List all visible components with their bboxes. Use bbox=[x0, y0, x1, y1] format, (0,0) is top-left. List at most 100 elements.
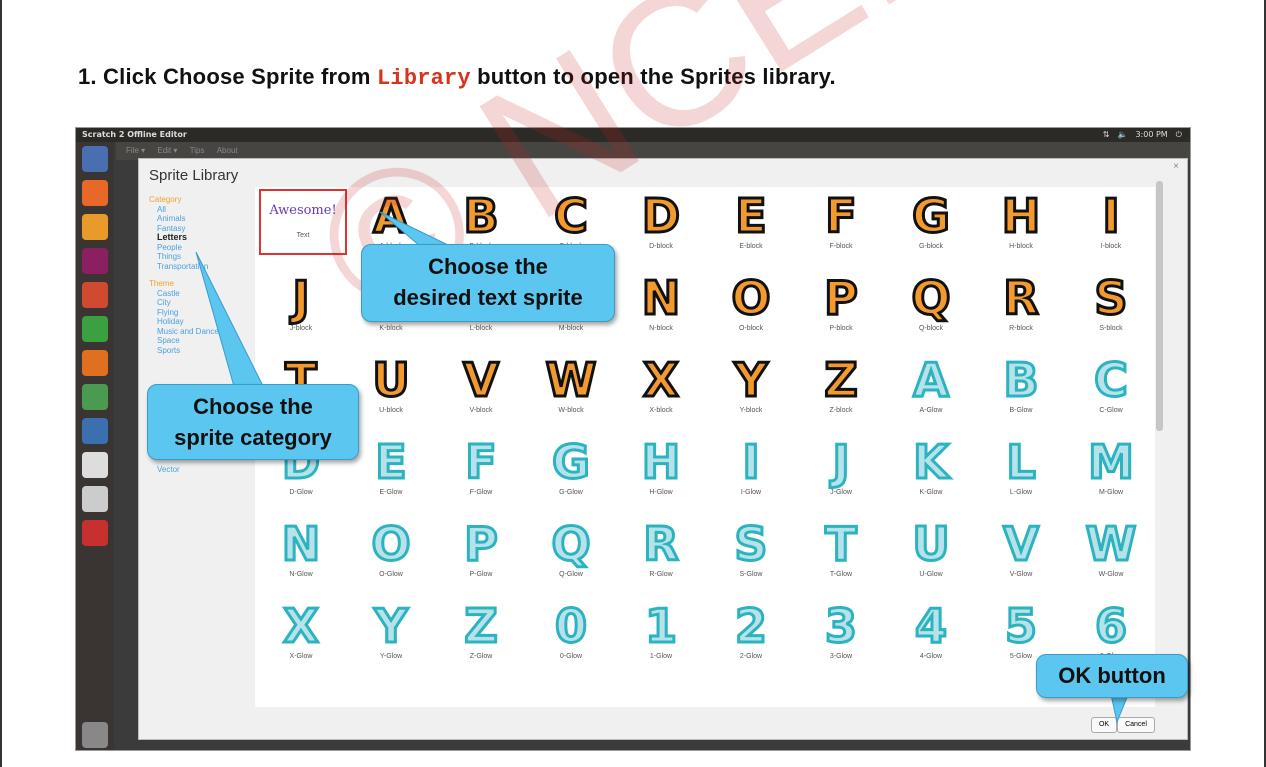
theme-castle[interactable]: Castle bbox=[149, 289, 249, 299]
sprite-p-block[interactable]: P P-block bbox=[799, 270, 883, 341]
sprite-y-glow[interactable]: Y Y-Glow bbox=[349, 598, 433, 669]
document-icon[interactable] bbox=[82, 418, 108, 444]
sprite-s-glow[interactable]: S S-Glow bbox=[709, 516, 793, 587]
sprite-g-block[interactable]: G G-block bbox=[889, 188, 973, 259]
text-editor-icon[interactable] bbox=[82, 486, 108, 512]
sprite-w-glow[interactable]: W W-Glow bbox=[1069, 516, 1153, 587]
files-icon[interactable] bbox=[82, 282, 108, 308]
sprite-h-glow[interactable]: H H-Glow bbox=[619, 434, 703, 505]
sprite-v-glow[interactable]: V V-Glow bbox=[979, 516, 1063, 587]
sprite-z-glow[interactable]: Z Z-Glow bbox=[439, 598, 523, 669]
app-icon[interactable] bbox=[82, 248, 108, 274]
sprite-3-glow[interactable]: 3 3-Glow bbox=[799, 598, 883, 669]
sprite-q-block[interactable]: Q Q-block bbox=[889, 270, 973, 341]
category-transportation[interactable]: Transportation bbox=[149, 262, 249, 272]
sprite-name: H-block bbox=[1009, 243, 1033, 250]
sprite-w-block[interactable]: W W-block bbox=[529, 352, 613, 423]
sprite-c-glow[interactable]: C C-Glow bbox=[1069, 352, 1153, 423]
sprite-n-glow[interactable]: N N-Glow bbox=[259, 516, 343, 587]
sprite-q-glow[interactable]: Q Q-Glow bbox=[529, 516, 613, 587]
sprite-h-block[interactable]: H H-block bbox=[979, 188, 1063, 259]
menu-file[interactable]: File ▾ bbox=[126, 146, 145, 155]
sprite-glyph: T bbox=[824, 516, 858, 573]
sprite-e-glow[interactable]: E E-Glow bbox=[349, 434, 433, 505]
type-vector[interactable]: Vector bbox=[149, 465, 249, 475]
callout-text-sprite: Choose the desired text sprite bbox=[361, 244, 615, 322]
chrome-icon[interactable] bbox=[82, 316, 108, 342]
sprite-e-block[interactable]: E E-block bbox=[709, 188, 793, 259]
sprite-i-glow[interactable]: I I-Glow bbox=[709, 434, 793, 505]
dash-icon[interactable] bbox=[82, 146, 108, 172]
ubuntu-launcher bbox=[76, 142, 114, 750]
category-things[interactable]: Things bbox=[149, 252, 249, 262]
cancel-button[interactable]: Cancel bbox=[1117, 717, 1155, 733]
sprite-0-glow[interactable]: 0 0-Glow bbox=[529, 598, 613, 669]
menu-tips[interactable]: Tips bbox=[190, 146, 205, 155]
category-people[interactable]: People bbox=[149, 243, 249, 253]
sprite-glyph: 6 bbox=[1093, 598, 1128, 655]
spreadsheet-icon[interactable] bbox=[82, 384, 108, 410]
sprite-s-block[interactable]: S S-block bbox=[1069, 270, 1153, 341]
sprite-n-block[interactable]: N N-block bbox=[619, 270, 703, 341]
sprite-r-block[interactable]: R R-block bbox=[979, 270, 1063, 341]
sprite-r-glow[interactable]: R R-Glow bbox=[619, 516, 703, 587]
sprite-g-glow[interactable]: G G-Glow bbox=[529, 434, 613, 505]
sprite-u-block[interactable]: U U-block bbox=[349, 352, 433, 423]
menu-edit[interactable]: Edit ▾ bbox=[157, 146, 177, 155]
sprite-x-block[interactable]: X X-block bbox=[619, 352, 703, 423]
sprite-l-glow[interactable]: L L-Glow bbox=[979, 434, 1063, 505]
sprite-b-glow[interactable]: B B-Glow bbox=[979, 352, 1063, 423]
sprite-1-glow[interactable]: 1 1-Glow bbox=[619, 598, 703, 669]
sprite-name: P-block bbox=[829, 325, 853, 332]
sprite-name: Z-block bbox=[829, 407, 853, 414]
sprite-glyph: B bbox=[1002, 352, 1040, 409]
theme-music-and-dance[interactable]: Music and Dance bbox=[149, 327, 249, 337]
sprite-f-block[interactable]: F F-block bbox=[799, 188, 883, 259]
disc-icon[interactable] bbox=[82, 452, 108, 478]
sprite-x-glow[interactable]: X X-Glow bbox=[259, 598, 343, 669]
sprite-4-glow[interactable]: 4 4-Glow bbox=[889, 598, 973, 669]
theme-city[interactable]: City bbox=[149, 298, 249, 308]
callout-text-sprite-line1: Choose the bbox=[428, 254, 548, 279]
sprite-m-glow[interactable]: M M-Glow bbox=[1069, 434, 1153, 505]
sprite-j-block[interactable]: J J-block bbox=[259, 270, 343, 341]
theme-flying[interactable]: Flying bbox=[149, 308, 249, 318]
category-all[interactable]: All bbox=[149, 205, 249, 215]
category-animals[interactable]: Animals bbox=[149, 214, 249, 224]
app-red-icon[interactable] bbox=[82, 520, 108, 546]
sprite-u-glow[interactable]: U U-Glow bbox=[889, 516, 973, 587]
sprite-name: M-Glow bbox=[1098, 489, 1124, 496]
menu-about[interactable]: About bbox=[217, 146, 238, 155]
sprite-name: 0-Glow bbox=[559, 653, 583, 660]
theme-sports[interactable]: Sports bbox=[149, 346, 249, 356]
software-center-icon[interactable] bbox=[82, 180, 108, 206]
theme-holiday[interactable]: Holiday bbox=[149, 317, 249, 327]
sprite-glyph: G bbox=[911, 188, 952, 245]
sprite-i-block[interactable]: I I-block bbox=[1069, 188, 1153, 259]
sprite-2-glow[interactable]: 2 2-Glow bbox=[709, 598, 793, 669]
firefox-icon[interactable] bbox=[82, 350, 108, 376]
trash-icon[interactable] bbox=[82, 722, 108, 748]
sprite-o-block[interactable]: O O-block bbox=[709, 270, 793, 341]
sprite-glyph: J bbox=[831, 434, 851, 491]
sprite-glyph: N bbox=[640, 270, 682, 327]
sprite-glyph: R bbox=[1002, 270, 1040, 327]
scratch-icon[interactable] bbox=[82, 214, 108, 240]
sprite-f-glow[interactable]: F F-Glow bbox=[439, 434, 523, 505]
sprite-glyph: Q bbox=[910, 270, 952, 327]
sprite-glyph: S bbox=[1093, 270, 1129, 327]
sprite-y-block[interactable]: Y Y-block bbox=[709, 352, 793, 423]
sprite-j-glow[interactable]: J J-Glow bbox=[799, 434, 883, 505]
theme-space[interactable]: Space bbox=[149, 336, 249, 346]
ok-button[interactable]: OK bbox=[1091, 717, 1117, 733]
category-letters[interactable]: Letters bbox=[149, 232, 249, 243]
sprite-a-glow[interactable]: A A-Glow bbox=[889, 352, 973, 423]
sprite-z-block[interactable]: Z Z-block bbox=[799, 352, 883, 423]
sprite-p-glow[interactable]: P P-Glow bbox=[439, 516, 523, 587]
sprite-v-block[interactable]: V V-block bbox=[439, 352, 523, 423]
sprite-o-glow[interactable]: O O-Glow bbox=[349, 516, 433, 587]
scrollbar[interactable] bbox=[1156, 181, 1163, 431]
close-icon[interactable]: × bbox=[1173, 161, 1179, 172]
sprite-k-glow[interactable]: K K-Glow bbox=[889, 434, 973, 505]
sprite-t-glow[interactable]: T T-Glow bbox=[799, 516, 883, 587]
